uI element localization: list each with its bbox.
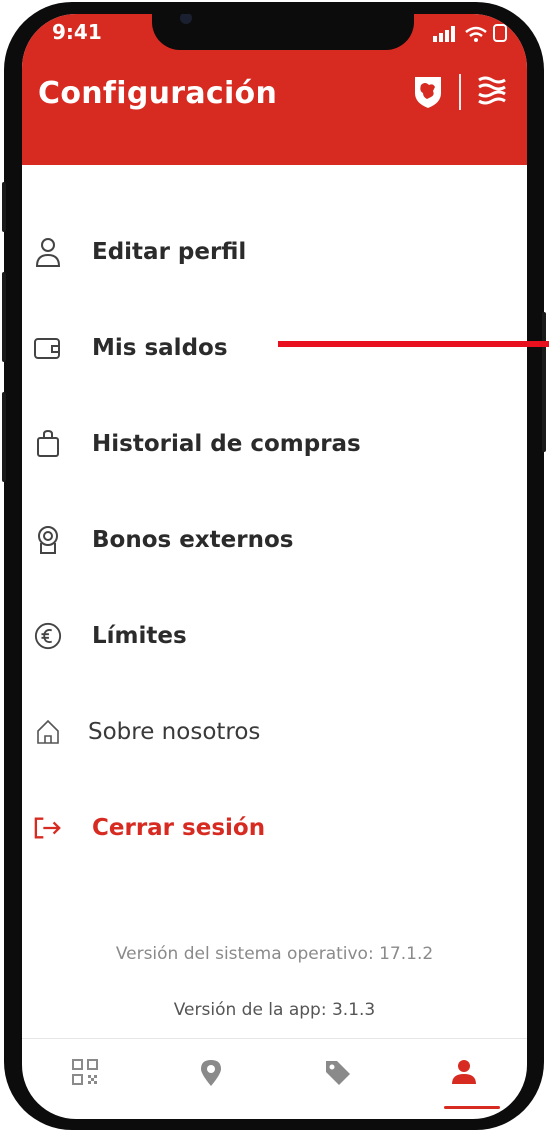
volume-down-button — [2, 392, 6, 482]
menu-item-label: Cerrar sesión — [92, 815, 266, 841]
menu-item-label: Límites — [92, 623, 187, 649]
tab-offers[interactable] — [308, 1059, 368, 1099]
menu-item-limites[interactable]: Límites — [22, 588, 527, 684]
volume-up-button — [2, 272, 6, 362]
app-header: 9:41 Configuración — [22, 14, 527, 165]
badge-icon — [38, 526, 58, 554]
wallet-icon — [34, 338, 60, 359]
logout-icon — [34, 817, 61, 839]
menu-item-label: Editar perfil — [92, 239, 247, 265]
menu-item-bonos-externos[interactable]: Bonos externos — [22, 492, 527, 588]
menu-item-sobre-nosotros[interactable]: Sobre nosotros — [22, 684, 527, 780]
shopping-bag-icon — [37, 430, 59, 457]
menu-item-mis-saldos[interactable]: Mis saldos — [22, 300, 527, 396]
header-divider — [459, 74, 461, 110]
location-pin-icon — [201, 1060, 222, 1086]
os-version-text: Versión del sistema operativo: 17.1.2 — [115, 944, 434, 964]
menu-item-label: Mis saldos — [92, 335, 228, 361]
power-button — [542, 312, 546, 452]
tab-profile[interactable] — [434, 1059, 500, 1109]
status-time: 9:41 — [52, 20, 102, 44]
tag-icon — [325, 1061, 350, 1085]
bottom-tab-bar — [22, 1038, 527, 1119]
wifi-icon — [465, 26, 487, 42]
tab-location[interactable] — [181, 1059, 241, 1099]
side-button — [2, 182, 6, 232]
euro-icon — [34, 622, 62, 650]
camera-icon — [180, 14, 192, 24]
qr-code-icon — [72, 1059, 99, 1085]
crest-icon[interactable] — [413, 75, 443, 109]
settings-menu: Editar perfil Mis saldos Historial de co… — [22, 204, 527, 876]
waves-icon[interactable] — [477, 76, 507, 108]
page-title: Configuración — [38, 76, 278, 111]
phone-frame: 9:41 Configuración Editar perfil Mis sal… — [2, 2, 546, 1130]
signal-icon — [433, 26, 455, 42]
menu-item-label: Sobre nosotros — [88, 719, 261, 745]
menu-item-label: Historial de compras — [92, 431, 361, 457]
tab-qr[interactable] — [55, 1059, 115, 1099]
active-tab-indicator — [443, 1106, 500, 1109]
home-icon — [37, 719, 59, 744]
app-version-text: Versión de la app: 3.1.3 — [173, 1000, 376, 1020]
menu-item-cerrar-sesion[interactable]: Cerrar sesión — [22, 780, 527, 876]
battery-icon — [493, 24, 507, 42]
profile-icon — [451, 1060, 476, 1084]
dynamic-island — [152, 14, 414, 50]
menu-item-editar-perfil[interactable]: Editar perfil — [22, 204, 527, 300]
screen: 9:41 Configuración Editar perfil Mis sal… — [22, 14, 527, 1119]
user-icon — [35, 238, 61, 267]
status-icons — [433, 24, 507, 42]
menu-item-label: Bonos externos — [92, 527, 294, 553]
menu-item-historial-compras[interactable]: Historial de compras — [22, 396, 527, 492]
annotation-line — [278, 341, 549, 347]
